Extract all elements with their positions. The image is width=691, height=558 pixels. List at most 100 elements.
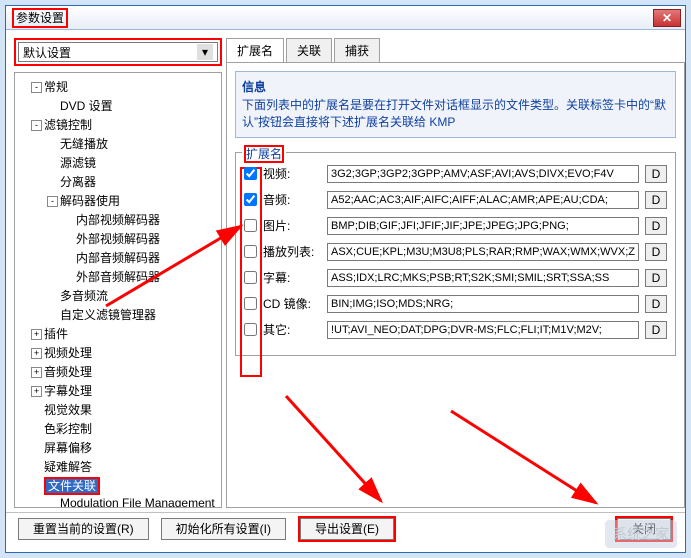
tree-item[interactable]: Modulation File Management [17,495,219,508]
tree-toggle-icon[interactable]: - [47,196,58,207]
info-title: 信息 [242,78,669,95]
tree-item[interactable]: 外部视频解码器 [17,229,219,248]
tree-item-label: 视频处理 [44,346,92,360]
extension-row: 视频:3G2;3GP;3GP2;3GPP;AMV;ASF;AVI;AVS;DIV… [244,165,667,183]
extension-field[interactable]: !UT;AVI_NEO;DAT;DPG;DVR-MS;FLC;FLI;IT;M1… [327,321,639,339]
chevron-down-icon: ▾ [197,44,213,60]
extension-label: 音频: [263,191,321,208]
preset-dropdown[interactable]: 默认设置 ▾ [18,42,218,62]
info-box: 信息 下面列表中的扩展名是要在打开文件对话框显示的文件类型。关联标签卡中的“默认… [235,71,676,138]
init-button[interactable]: 初始化所有设置(I) [161,518,286,540]
tree-item[interactable]: 无缝播放 [17,134,219,153]
tree-item[interactable]: 多音频流 [17,286,219,305]
tree-item[interactable]: +音频处理 [17,362,219,381]
info-text: 下面列表中的扩展名是要在打开文件对话框显示的文件类型。关联标签卡中的“默认”按钮… [242,97,669,131]
tree-item-label: 内部视频解码器 [76,213,160,227]
extension-d-button[interactable]: D [645,243,667,261]
extension-d-button[interactable]: D [645,217,667,235]
tree-item[interactable]: +插件 [17,324,219,343]
tab-capture[interactable]: 捕获 [334,38,380,62]
tree-item[interactable]: 源滤镜 [17,153,219,172]
tree-item-label: 外部音频解码器 [76,270,160,284]
extension-field[interactable]: BMP;DIB;GIF;JFI;JFIF;JIF;JPE;JPEG;JPG;PN… [327,217,639,235]
tab-bar: 扩展名 关联 捕获 [226,38,685,62]
extensions-legend: 扩展名 [242,145,286,162]
tree-item[interactable]: +视频处理 [17,343,219,362]
extension-checkbox[interactable] [244,193,257,206]
extension-d-button[interactable]: D [645,269,667,287]
tree-item-label: 无缝播放 [60,137,108,151]
tree-item-label: 视觉效果 [44,403,92,417]
extension-checkbox[interactable] [244,297,257,310]
extension-checkbox[interactable] [244,219,257,232]
tree-item[interactable]: 内部视频解码器 [17,210,219,229]
extension-d-button[interactable]: D [645,321,667,339]
dropdown-value: 默认设置 [23,44,71,61]
tree-item-label: 疑难解答 [44,460,92,474]
extension-label: 字幕: [263,269,321,286]
tree-item-label: 音频处理 [44,365,92,379]
tree-item[interactable]: -解码器使用 [17,191,219,210]
bottom-bar: 重置当前的设置(R) 初始化所有设置(I) 导出设置(E) 关闭 [6,512,685,544]
tree-toggle-icon[interactable]: - [31,82,42,93]
tab-extensions[interactable]: 扩展名 [226,38,284,62]
tree-item-label: 解码器使用 [60,194,120,208]
extension-row: 音频: A52;AAC;AC3;AIF;AIFC;AIFF;ALAC;AMR;AP… [244,191,667,209]
tree-item-label: 屏幕偏移 [44,441,92,455]
tab-associate[interactable]: 关联 [286,38,332,62]
tree-item[interactable]: +字幕处理 [17,381,219,400]
export-button[interactable]: 导出设置(E) [300,518,394,540]
tree-item-label: 插件 [44,327,68,341]
tree-item[interactable]: 疑难解答 [17,457,219,476]
tree-item-label: 多音频流 [60,289,108,303]
right-panel: 扩展名 关联 捕获 信息 下面列表中的扩展名是要在打开文件对话框显示的文件类型。… [226,38,685,508]
extension-field[interactable]: A52;AAC;AC3;AIF;AIFC;AIFF;ALAC;AMR;APE;A… [327,191,639,209]
tree-item-label: 自定义滤镜管理器 [60,308,156,322]
tree-toggle-icon[interactable]: + [31,386,42,397]
tree-item-label: 滤镜控制 [44,118,92,132]
tree-item-label: 文件关联 [44,477,100,495]
tree-item[interactable]: -滤镜控制 [17,115,219,134]
watermark: 系统之家 [605,520,677,548]
extension-label: 其它: [263,321,321,338]
extension-field[interactable]: ASX;CUE;KPL;M3U;M3U8;PLS;RAR;RMP;WAX;WMX… [327,243,639,261]
tree-item[interactable]: DVD 设置 [17,96,219,115]
extension-d-button[interactable]: D [645,191,667,209]
tree-item[interactable]: 色彩控制 [17,419,219,438]
titlebar[interactable]: 参数设置 ✕ [6,6,685,30]
tree-item-label: 字幕处理 [44,384,92,398]
tree-item[interactable]: -常规 [17,77,219,96]
extension-checkbox[interactable] [244,323,257,336]
extension-checkbox[interactable] [244,271,257,284]
tree-toggle-icon[interactable]: + [31,367,42,378]
settings-tree[interactable]: -常规DVD 设置-滤镜控制无缝播放源滤镜分离器-解码器使用内部视频解码器外部视… [14,72,222,508]
close-icon[interactable]: ✕ [653,9,681,27]
tree-item[interactable]: 视觉效果 [17,400,219,419]
tree-toggle-icon[interactable]: + [31,348,42,359]
extension-row: CD 镜像:BIN;IMG;ISO;MDS;NRG;D [244,295,667,313]
tree-item-label: 外部视频解码器 [76,232,160,246]
window-title: 参数设置 [10,9,653,26]
tree-item-label: 色彩控制 [44,422,92,436]
extension-field[interactable]: ASS;IDX;LRC;MKS;PSB;RT;S2K;SMI;SMIL;SRT;… [327,269,639,287]
tree-toggle-icon[interactable]: + [31,329,42,340]
tree-item[interactable]: 屏幕偏移 [17,438,219,457]
tree-item[interactable]: 自定义滤镜管理器 [17,305,219,324]
tree-item[interactable]: 分离器 [17,172,219,191]
tree-item[interactable]: 外部音频解码器 [17,267,219,286]
extension-d-button[interactable]: D [645,295,667,313]
extension-row: 其它: !UT;AVI_NEO;DAT;DPG;DVR-MS;FLC;FLI;IT… [244,321,667,339]
left-panel: 默认设置 ▾ -常规DVD 设置-滤镜控制无缝播放源滤镜分离器-解码器使用内部视… [14,38,222,508]
extensions-group: 扩展名 视频:3G2;3GP;3GP2;3GPP;AMV;ASF;AVI;AVS… [235,152,676,356]
tree-item[interactable]: 内部音频解码器 [17,248,219,267]
reset-button[interactable]: 重置当前的设置(R) [18,518,149,540]
extension-label: 播放列表: [263,243,321,260]
extension-checkbox[interactable] [244,167,257,180]
tree-toggle-icon[interactable]: - [31,120,42,131]
extension-checkbox[interactable] [244,245,257,258]
extension-field[interactable]: BIN;IMG;ISO;MDS;NRG; [327,295,639,313]
tree-item-label: Modulation File Management [60,496,215,508]
tree-item[interactable]: 文件关联 [17,476,219,495]
extension-d-button[interactable]: D [645,165,667,183]
extension-field[interactable]: 3G2;3GP;3GP2;3GPP;AMV;ASF;AVI;AVS;DIVX;E… [327,165,639,183]
